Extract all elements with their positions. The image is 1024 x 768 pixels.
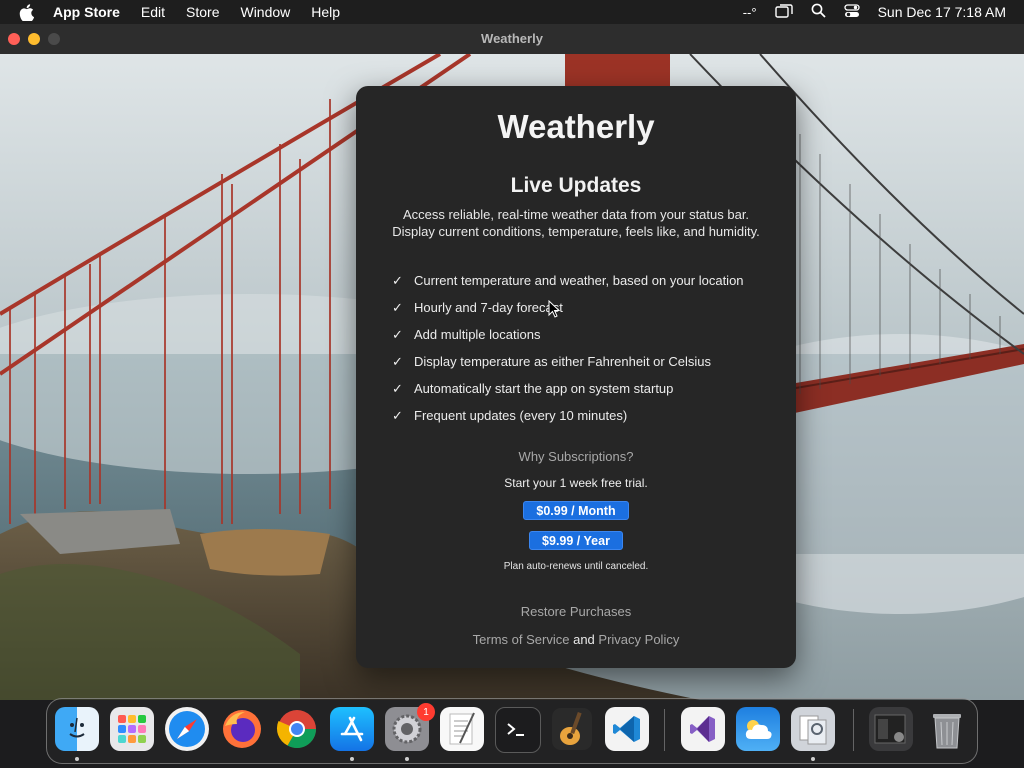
legal-links: Terms of Service and Privacy Policy: [356, 632, 796, 647]
feature-item: ✓ Automatically start the app on system s…: [392, 375, 744, 402]
running-indicator: [405, 757, 409, 761]
feature-item: ✓ Display temperature as either Fahrenhei…: [392, 348, 744, 375]
screenshot-stack-icon[interactable]: [869, 707, 913, 751]
garageband-icon[interactable]: [550, 707, 594, 751]
description-line-1: Access reliable, real-time weather data …: [402, 207, 750, 222]
mouse-pointer-icon: [548, 299, 561, 318]
yearly-subscription-button[interactable]: $9.99 / Year: [529, 531, 623, 550]
feature-description: Access reliable, real-time weather data …: [356, 206, 796, 240]
search-icon[interactable]: [811, 3, 826, 21]
system-settings-icon[interactable]: 1: [385, 703, 435, 751]
screen-mirroring-icon[interactable]: [774, 3, 793, 21]
menu-edit[interactable]: Edit: [141, 4, 165, 20]
feature-text: Display temperature as either Fahrenheit…: [414, 354, 711, 369]
why-subscriptions-link[interactable]: Why Subscriptions?: [356, 449, 796, 464]
privacy-policy-link[interactable]: Privacy Policy: [598, 632, 679, 647]
feature-item: ✓ Current temperature and weather, based …: [392, 267, 744, 294]
checkmark-icon: ✓: [392, 407, 403, 423]
dock-separator: [664, 709, 665, 751]
close-window-button[interactable]: [8, 33, 20, 45]
checkmark-icon: ✓: [392, 272, 403, 288]
feature-item: ✓ Hourly and 7-day forecast: [392, 294, 744, 321]
dock: 1: [46, 698, 978, 764]
safari-icon[interactable]: [165, 707, 209, 751]
dock-separator: [853, 709, 854, 751]
window-titlebar: Weatherly: [0, 24, 1024, 55]
window-title: Weatherly: [481, 31, 543, 46]
notification-badge: 1: [417, 703, 435, 721]
menu-bar-clock[interactable]: Sun Dec 17 7:18 AM: [878, 4, 1006, 20]
subscription-panel: Weatherly Live Updates Access reliable, …: [356, 86, 796, 668]
checkmark-icon: ✓: [392, 380, 403, 396]
minimize-window-button[interactable]: [28, 33, 40, 45]
checkmark-icon: ✓: [392, 353, 403, 369]
zoom-window-button[interactable]: [48, 33, 60, 45]
legal-and-text: and: [573, 632, 595, 647]
feature-text: Current temperature and weather, based o…: [414, 273, 744, 288]
textedit-icon[interactable]: [440, 707, 484, 751]
chrome-icon[interactable]: [275, 707, 319, 751]
app-name-heading: Weatherly: [497, 108, 655, 145]
menu-bar: App Store Edit Store Window Help --° Sun…: [0, 0, 1024, 24]
monthly-subscription-button[interactable]: $0.99 / Month: [523, 501, 629, 520]
feature-text: Add multiple locations: [414, 327, 541, 342]
feature-title: Live Updates: [510, 174, 642, 197]
menu-help[interactable]: Help: [311, 4, 340, 20]
description-line-2: Display current conditions, temperature,…: [392, 224, 760, 239]
trash-icon[interactable]: [925, 707, 969, 751]
control-center-icon[interactable]: [843, 3, 860, 21]
running-indicator: [350, 757, 354, 761]
weather-status-item[interactable]: --°: [743, 5, 757, 20]
apple-menu-icon[interactable]: [17, 3, 35, 21]
feature-item: ✓ Frequent updates (every 10 minutes): [392, 402, 744, 429]
feature-list: ✓ Current temperature and weather, based …: [392, 267, 744, 429]
trial-text: Start your 1 week free trial.: [504, 476, 648, 490]
checkmark-icon: ✓: [392, 299, 403, 315]
restore-purchases-link[interactable]: Restore Purchases: [356, 604, 796, 619]
weather-icon[interactable]: [736, 707, 780, 751]
firefox-icon[interactable]: [220, 707, 264, 751]
finder-icon[interactable]: [55, 707, 99, 751]
feature-text: Frequent updates (every 10 minutes): [414, 408, 628, 423]
menu-store[interactable]: Store: [186, 4, 219, 20]
menu-window[interactable]: Window: [240, 4, 290, 20]
terminal-icon[interactable]: [495, 707, 541, 753]
menu-app-store[interactable]: App Store: [53, 4, 120, 20]
app-store-icon[interactable]: [330, 707, 374, 751]
vscode-icon[interactable]: [605, 707, 649, 751]
checkmark-icon: ✓: [392, 326, 403, 342]
terms-of-service-link[interactable]: Terms of Service: [473, 632, 570, 647]
feature-text: Hourly and 7-day forecast: [414, 300, 563, 315]
auto-renew-note: Plan auto-renews until canceled.: [503, 561, 649, 572]
preview-icon[interactable]: [791, 707, 835, 751]
visual-studio-icon[interactable]: [681, 707, 725, 751]
feature-item: ✓ Add multiple locations: [392, 321, 744, 348]
launchpad-icon[interactable]: [110, 707, 154, 751]
running-indicator: [75, 757, 79, 761]
feature-text: Automatically start the app on system st…: [414, 381, 674, 396]
running-indicator: [811, 757, 815, 761]
